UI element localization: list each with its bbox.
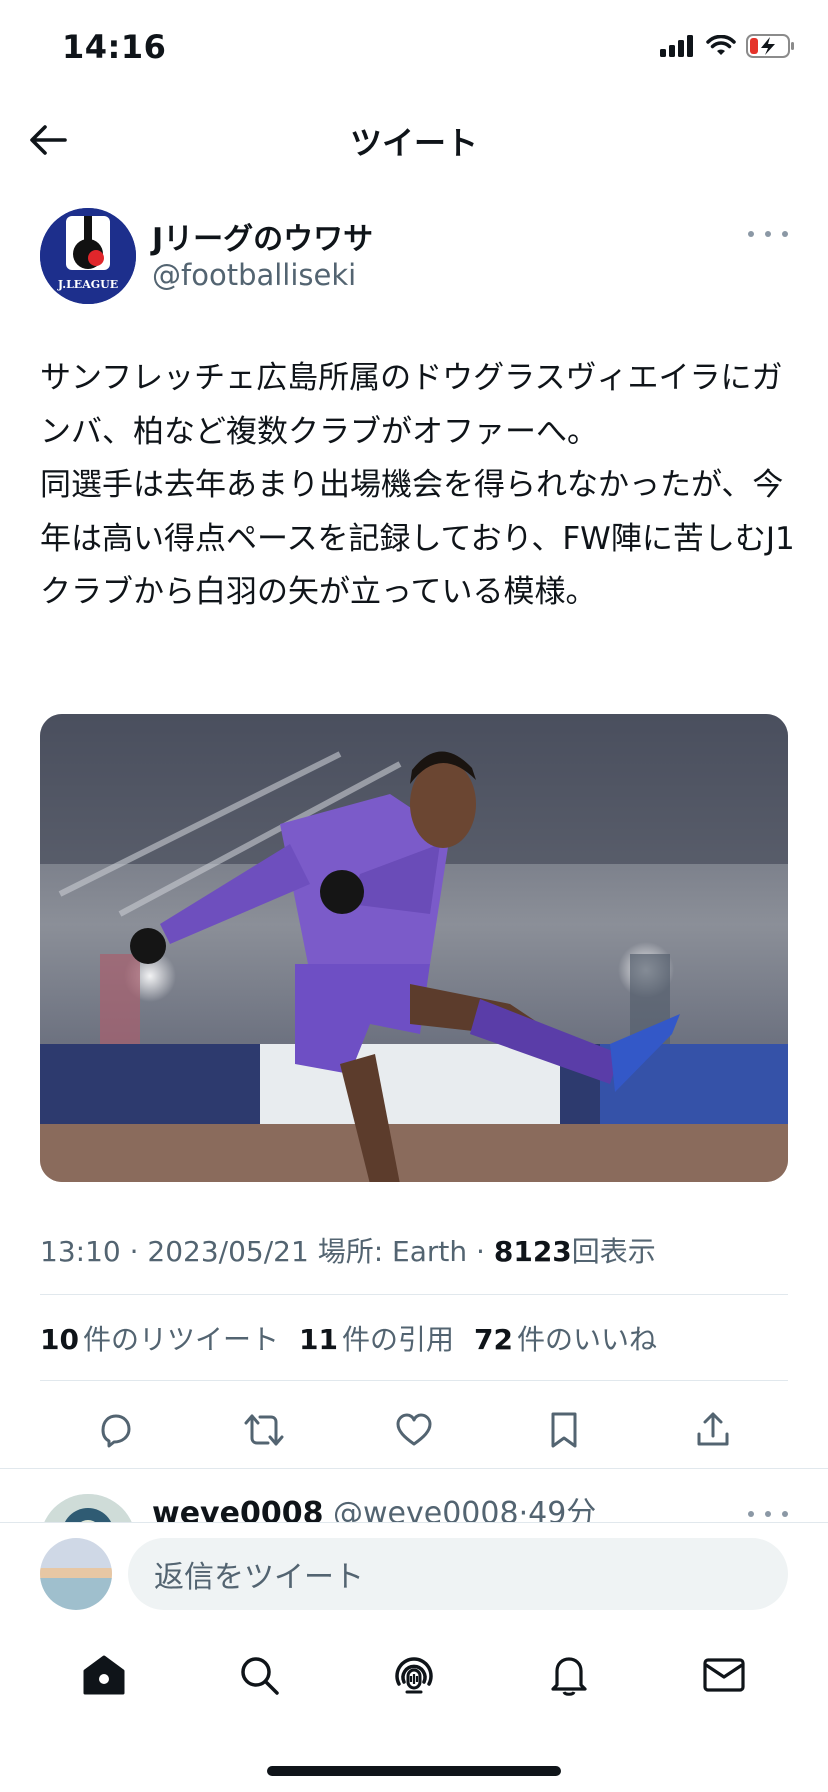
more-options-button[interactable] [748,222,788,246]
tweet-location[interactable]: 場所: Earth [318,1235,467,1268]
more-dot-icon [765,231,771,237]
tweet-text: サンフレッチェ広島所属のドウグラスヴィエイラにガンバ、柏など複数クラブがオファー… [40,360,795,610]
quotes-label: 件の引用 [341,1323,454,1356]
share-icon [697,1412,729,1446]
search-icon [241,1657,279,1695]
divider [0,1468,828,1469]
likes-label: 件のいいね [516,1323,657,1356]
tweet-stats: 10 件のリツイート 11 件の引用 72 件のいいね [40,1318,657,1358]
quotes-stat[interactable]: 11 件の引用 [299,1318,454,1358]
likes-count: 72 [473,1323,513,1356]
tab-bar [0,1640,828,1710]
status-icons [660,34,796,58]
tweet-date: 2023/05/21 [147,1235,309,1268]
arrow-left-icon [30,125,67,155]
divider [40,1294,788,1295]
jleague-logo-icon: J.LEAGUE [40,208,136,304]
my-avatar[interactable] [40,1538,112,1610]
retweet-button[interactable] [236,1402,292,1458]
divider [40,1380,788,1381]
retweets-count: 10 [40,1323,79,1356]
more-dot-icon [765,1511,771,1517]
signal-icon [660,35,693,57]
quotes-count: 11 [298,1323,338,1356]
tweet-photo[interactable] [40,714,788,1182]
author-handle[interactable]: @footballiseki [152,258,356,292]
more-dot-icon [748,1511,754,1517]
tab-home[interactable] [69,1640,139,1710]
football-player-photo [40,714,788,1182]
reply-input[interactable]: 返信をツイート [128,1538,788,1610]
views-label: 回表示 [571,1235,656,1268]
share-button[interactable] [685,1402,741,1458]
retweets-stat[interactable]: 10 件のリツイート [40,1318,279,1358]
bookmark-icon [551,1412,577,1448]
like-icon [396,1413,432,1446]
svg-text:J.LEAGUE: J.LEAGUE [57,278,118,291]
messages-icon [703,1658,745,1692]
tab-spaces[interactable] [379,1640,449,1710]
tweet-meta: 13:10 · 2023/05/21 場所: Earth · 8123回表示 [40,1235,656,1268]
home-indicator [267,1766,561,1776]
views-count: 8123 [493,1235,572,1268]
retweet-icon [244,1414,284,1446]
more-dot-icon [782,1511,788,1517]
tweet-time: 13:10 [40,1235,121,1268]
spaces-icon [395,1657,433,1694]
author-avatar[interactable]: J.LEAGUE [40,208,136,304]
home-icon [83,1655,125,1695]
back-button[interactable] [26,118,70,162]
author-name[interactable]: Jリーグのウワサ [152,214,373,258]
tab-notifications[interactable] [534,1640,604,1710]
like-button[interactable] [386,1402,442,1458]
more-dot-icon [782,231,788,237]
notifications-icon [551,1657,587,1696]
likes-stat[interactable]: 72 件のいいね [474,1318,657,1358]
bookmark-button[interactable] [536,1402,592,1458]
battery-charging-icon [746,34,794,58]
status-time: 14:16 [62,28,167,66]
tab-search[interactable] [224,1640,294,1710]
tab-messages[interactable] [689,1640,759,1710]
reply-icon [101,1414,131,1448]
reply-button[interactable] [87,1402,143,1458]
tweet-actions [40,1402,788,1458]
more-dot-icon [748,231,754,237]
my-avatar-image [40,1538,112,1610]
wifi-icon [706,35,736,55]
retweets-label: 件のリツイート [82,1323,279,1356]
page-title: ツイート [349,124,478,162]
